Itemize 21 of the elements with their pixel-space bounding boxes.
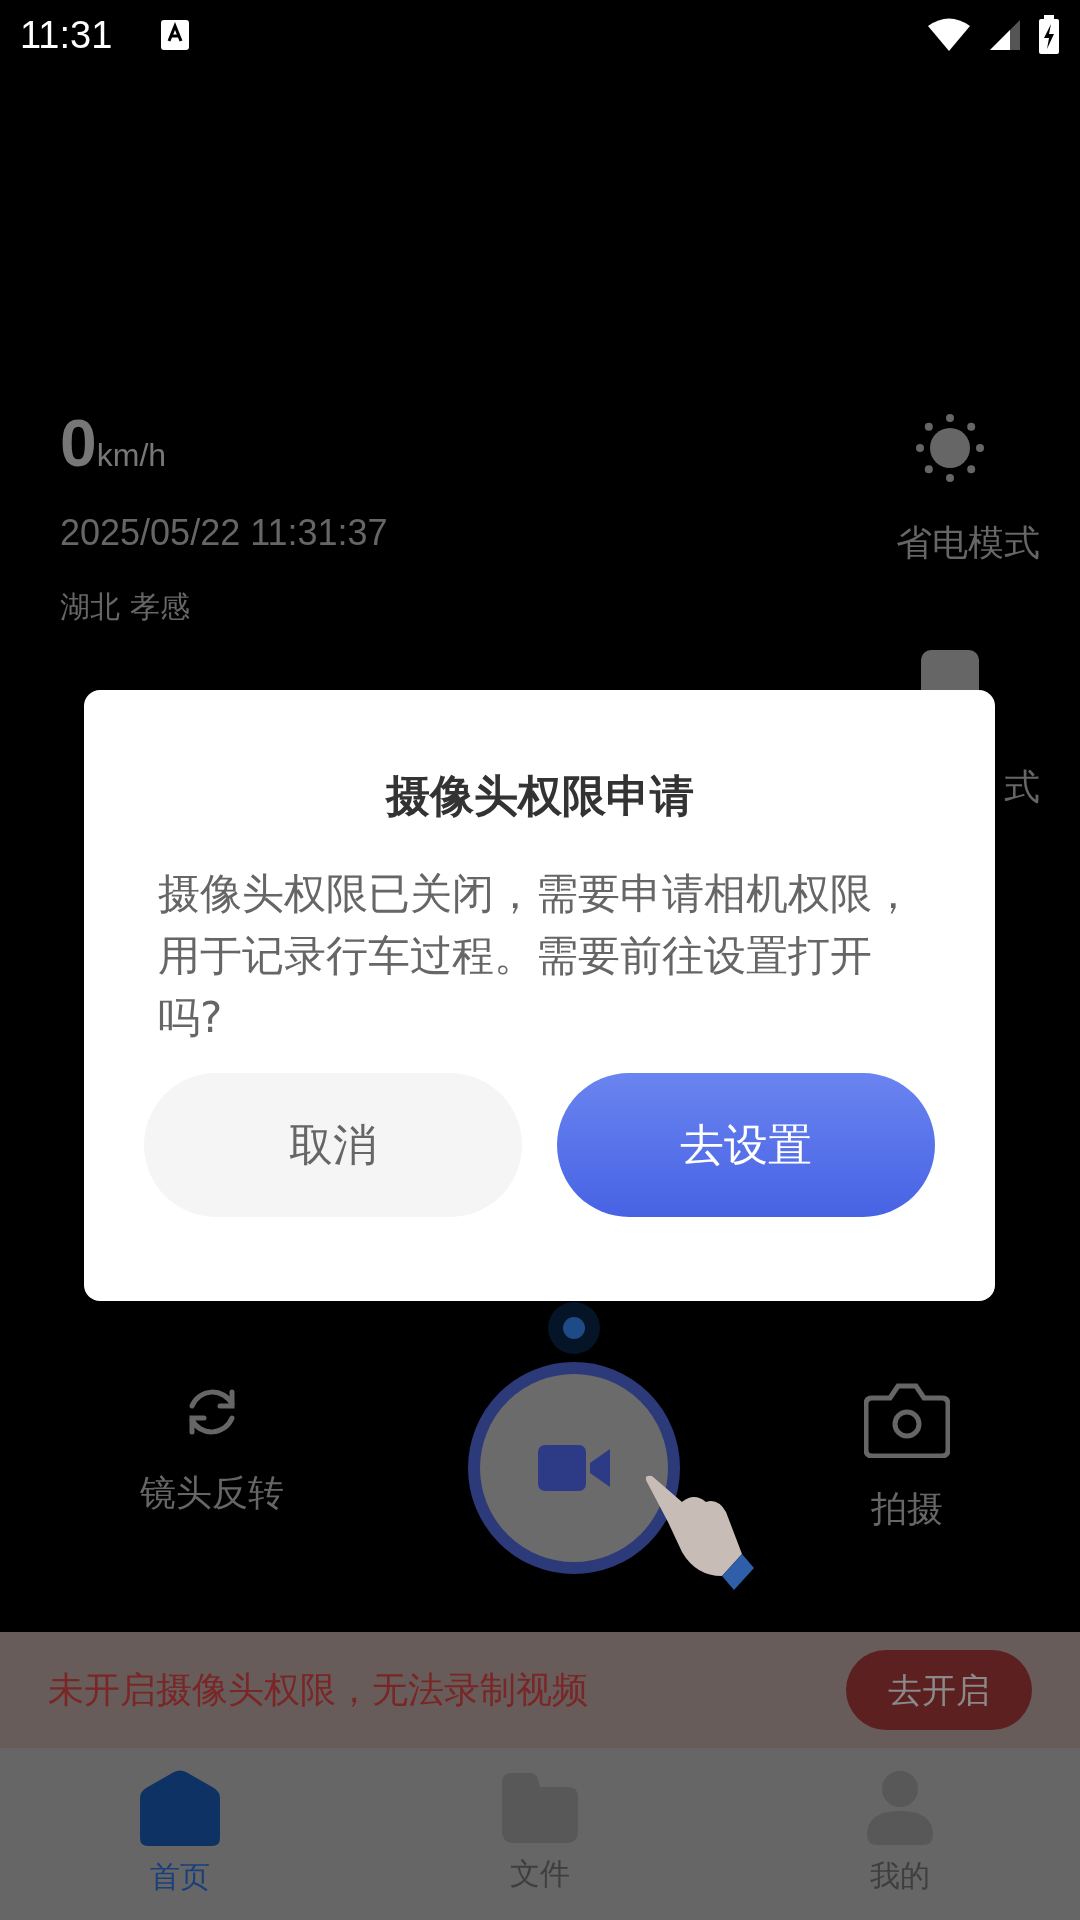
flip-camera-label[interactable]: 镜头反转 bbox=[140, 1466, 284, 1520]
battery-icon bbox=[1038, 15, 1060, 55]
status-dot bbox=[548, 1302, 600, 1354]
mode-label: 式 bbox=[1004, 765, 1040, 809]
home-icon bbox=[140, 1769, 220, 1846]
keyboard-icon bbox=[160, 19, 191, 51]
status-time: 11:31 bbox=[20, 12, 113, 58]
dialog-message: 摄像头权限已关闭，需要申请相机权限，用于记录行车过程。需要前往设置打开吗? bbox=[157, 867, 915, 1044]
cancel-button[interactable]: 取消 bbox=[144, 1072, 522, 1217]
location-text: 湖北 孝感 bbox=[60, 588, 191, 626]
date-time: 2025/05/22 11:31:37 bbox=[60, 511, 388, 555]
enable-button[interactable]: 去开启 bbox=[846, 1650, 1032, 1730]
shoot-label[interactable]: 拍摄 bbox=[871, 1482, 943, 1536]
speed-unit: km/h bbox=[96, 437, 167, 473]
dialog-title: 摄像头权限申请 bbox=[384, 770, 695, 823]
signal-icon bbox=[988, 18, 1022, 52]
video-camera-icon bbox=[538, 1443, 610, 1493]
speed-value: 0 bbox=[60, 406, 97, 480]
mode-label: 省电模式 bbox=[896, 521, 1040, 565]
wifi-icon bbox=[926, 17, 972, 53]
settings-button[interactable]: 去设置 bbox=[557, 1072, 935, 1217]
